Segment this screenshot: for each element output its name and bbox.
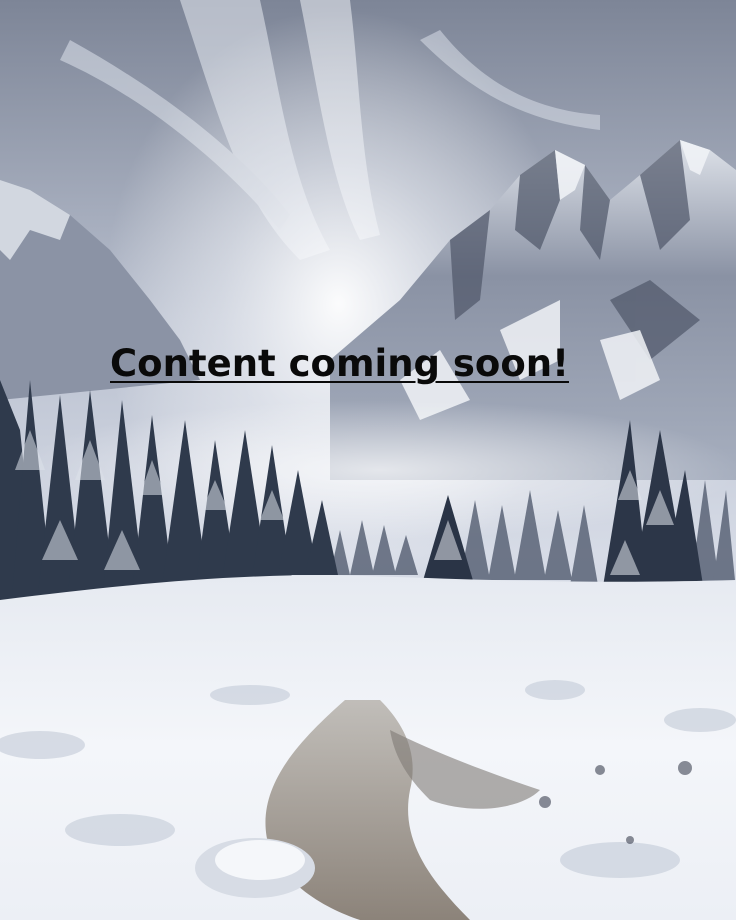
winter-landscape-scene: Content coming soon! bbox=[0, 0, 736, 920]
snowy-mountain-background bbox=[0, 0, 736, 920]
coming-soon-headline: Content coming soon! bbox=[110, 342, 569, 385]
